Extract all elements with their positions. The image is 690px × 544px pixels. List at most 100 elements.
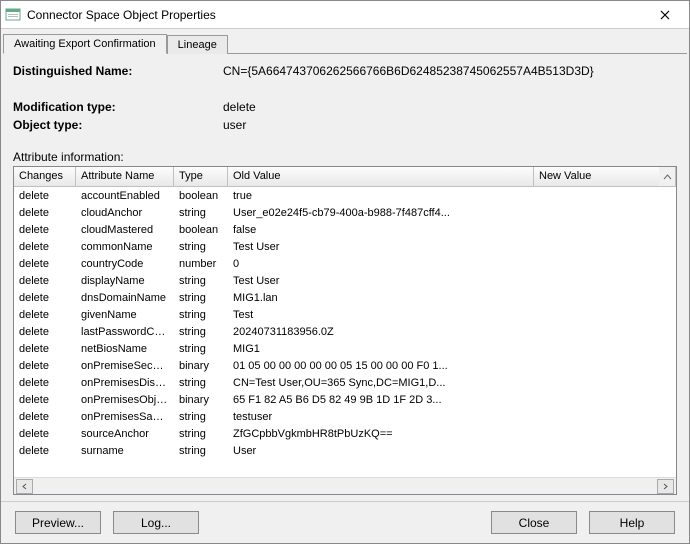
cell-newval bbox=[534, 348, 676, 350]
table-row[interactable]: deletecountryCodenumber0 bbox=[14, 255, 676, 272]
col-new-value[interactable]: New Value bbox=[534, 167, 659, 186]
cell-newval bbox=[534, 331, 676, 333]
cell-oldval: MIG1.lan bbox=[228, 291, 534, 305]
col-changes[interactable]: Changes bbox=[14, 167, 76, 186]
cell-oldval: User_e02e24f5-cb79-400a-b988-7f487cff4..… bbox=[228, 206, 534, 220]
cell-changes: delete bbox=[14, 189, 76, 203]
cell-oldval: User bbox=[228, 444, 534, 458]
cell-changes: delete bbox=[14, 342, 76, 356]
cell-type: boolean bbox=[174, 223, 228, 237]
scroll-right-icon[interactable] bbox=[657, 479, 674, 494]
col-attribute-name[interactable]: Attribute Name bbox=[76, 167, 174, 186]
cell-oldval: true bbox=[228, 189, 534, 203]
cell-newval bbox=[534, 297, 676, 299]
cell-attr: onPremisesDistin... bbox=[76, 376, 174, 390]
cell-newval bbox=[534, 212, 676, 214]
scroll-left-icon[interactable] bbox=[16, 479, 33, 494]
cell-oldval: testuser bbox=[228, 410, 534, 424]
cell-type: number bbox=[174, 257, 228, 271]
tab-panel: Distinguished Name: CN={5A66474370626256… bbox=[1, 54, 689, 501]
cell-newval bbox=[534, 229, 676, 231]
cell-oldval: Test User bbox=[228, 240, 534, 254]
cell-changes: delete bbox=[14, 257, 76, 271]
cell-oldval: ZfGCpbbVgkmbHR8tPbUzKQ== bbox=[228, 427, 534, 441]
cell-oldval: false bbox=[228, 223, 534, 237]
cell-attr: givenName bbox=[76, 308, 174, 322]
preview-button[interactable]: Preview... bbox=[15, 511, 101, 534]
grid-body[interactable]: deleteaccountEnabledbooleantruedeleteclo… bbox=[14, 187, 676, 477]
table-row[interactable]: deletegivenNamestringTest bbox=[14, 306, 676, 323]
titlebar: Connector Space Object Properties bbox=[1, 1, 689, 29]
modtype-label: Modification type: bbox=[13, 100, 223, 114]
table-row[interactable]: deletedisplayNamestringTest User bbox=[14, 272, 676, 289]
table-row[interactable]: deletesourceAnchorstringZfGCpbbVgkmbHR8t… bbox=[14, 425, 676, 442]
cell-type: boolean bbox=[174, 189, 228, 203]
cell-changes: delete bbox=[14, 206, 76, 220]
col-type[interactable]: Type bbox=[174, 167, 228, 186]
cell-attr: lastPasswordCha... bbox=[76, 325, 174, 339]
cell-oldval: MIG1 bbox=[228, 342, 534, 356]
table-row[interactable]: deletecloudMasteredbooleanfalse bbox=[14, 221, 676, 238]
header-scroll-spacer bbox=[659, 167, 676, 186]
cell-attr: onPremisesSamA... bbox=[76, 410, 174, 424]
cell-type: string bbox=[174, 240, 228, 254]
cell-type: string bbox=[174, 274, 228, 288]
cell-type: string bbox=[174, 410, 228, 424]
table-row[interactable]: deleteonPremisesObjec...binary65 F1 82 A… bbox=[14, 391, 676, 408]
table-row[interactable]: deletecloudAnchorstringUser_e02e24f5-cb7… bbox=[14, 204, 676, 221]
table-row[interactable]: deletenetBiosNamestringMIG1 bbox=[14, 340, 676, 357]
cell-newval bbox=[534, 246, 676, 248]
cell-oldval: 01 05 00 00 00 00 00 05 15 00 00 00 F0 1… bbox=[228, 359, 534, 373]
help-button[interactable]: Help bbox=[589, 511, 675, 534]
cell-attr: sourceAnchor bbox=[76, 427, 174, 441]
dialog-window: Connector Space Object Properties Awaiti… bbox=[0, 0, 690, 544]
objtype-label: Object type: bbox=[13, 118, 223, 132]
grid-header: Changes Attribute Name Type Old Value Ne… bbox=[14, 167, 676, 187]
table-row[interactable]: deleteaccountEnabledbooleantrue bbox=[14, 187, 676, 204]
cell-attr: onPremisesObjec... bbox=[76, 393, 174, 407]
dn-value: CN={5A664743706262566766B6D6248523874506… bbox=[223, 64, 677, 78]
cell-oldval: 65 F1 82 A5 B6 D5 82 49 9B 1D 1F 2D 3... bbox=[228, 393, 534, 407]
cell-oldval: 0 bbox=[228, 257, 534, 271]
table-row[interactable]: deletesurnamestringUser bbox=[14, 442, 676, 459]
cell-newval bbox=[534, 195, 676, 197]
cell-changes: delete bbox=[14, 240, 76, 254]
cell-changes: delete bbox=[14, 308, 76, 322]
close-icon[interactable] bbox=[645, 2, 685, 28]
cell-newval bbox=[534, 365, 676, 367]
log-button[interactable]: Log... bbox=[113, 511, 199, 534]
cell-attr: onPremiseSecurit... bbox=[76, 359, 174, 373]
cell-changes: delete bbox=[14, 223, 76, 237]
horizontal-scrollbar[interactable] bbox=[14, 477, 676, 494]
dn-label: Distinguished Name: bbox=[13, 64, 223, 78]
cell-changes: delete bbox=[14, 325, 76, 339]
cell-newval bbox=[534, 399, 676, 401]
cell-attr: netBiosName bbox=[76, 342, 174, 356]
cell-newval bbox=[534, 450, 676, 452]
cell-changes: delete bbox=[14, 359, 76, 373]
app-icon bbox=[5, 7, 21, 23]
cell-newval bbox=[534, 314, 676, 316]
table-row[interactable]: deletelastPasswordCha...string2024073118… bbox=[14, 323, 676, 340]
attribute-grid: Changes Attribute Name Type Old Value Ne… bbox=[13, 166, 677, 495]
cell-changes: delete bbox=[14, 427, 76, 441]
cell-changes: delete bbox=[14, 274, 76, 288]
table-row[interactable]: deleteonPremisesSamA...stringtestuser bbox=[14, 408, 676, 425]
window-title: Connector Space Object Properties bbox=[27, 8, 645, 22]
cell-newval bbox=[534, 433, 676, 435]
cell-changes: delete bbox=[14, 393, 76, 407]
close-button[interactable]: Close bbox=[491, 511, 577, 534]
table-row[interactable]: deleteonPremiseSecurit...binary01 05 00 … bbox=[14, 357, 676, 374]
table-row[interactable]: deletecommonNamestringTest User bbox=[14, 238, 676, 255]
col-old-value[interactable]: Old Value bbox=[228, 167, 534, 186]
table-row[interactable]: deleteonPremisesDistin...stringCN=Test U… bbox=[14, 374, 676, 391]
cell-newval bbox=[534, 263, 676, 265]
cell-type: string bbox=[174, 325, 228, 339]
table-row[interactable]: deletednsDomainNamestringMIG1.lan bbox=[14, 289, 676, 306]
tab-awaiting-export[interactable]: Awaiting Export Confirmation bbox=[3, 34, 167, 54]
tab-lineage[interactable]: Lineage bbox=[167, 35, 228, 54]
cell-type: binary bbox=[174, 393, 228, 407]
cell-changes: delete bbox=[14, 410, 76, 424]
cell-newval bbox=[534, 382, 676, 384]
cell-attr: dnsDomainName bbox=[76, 291, 174, 305]
